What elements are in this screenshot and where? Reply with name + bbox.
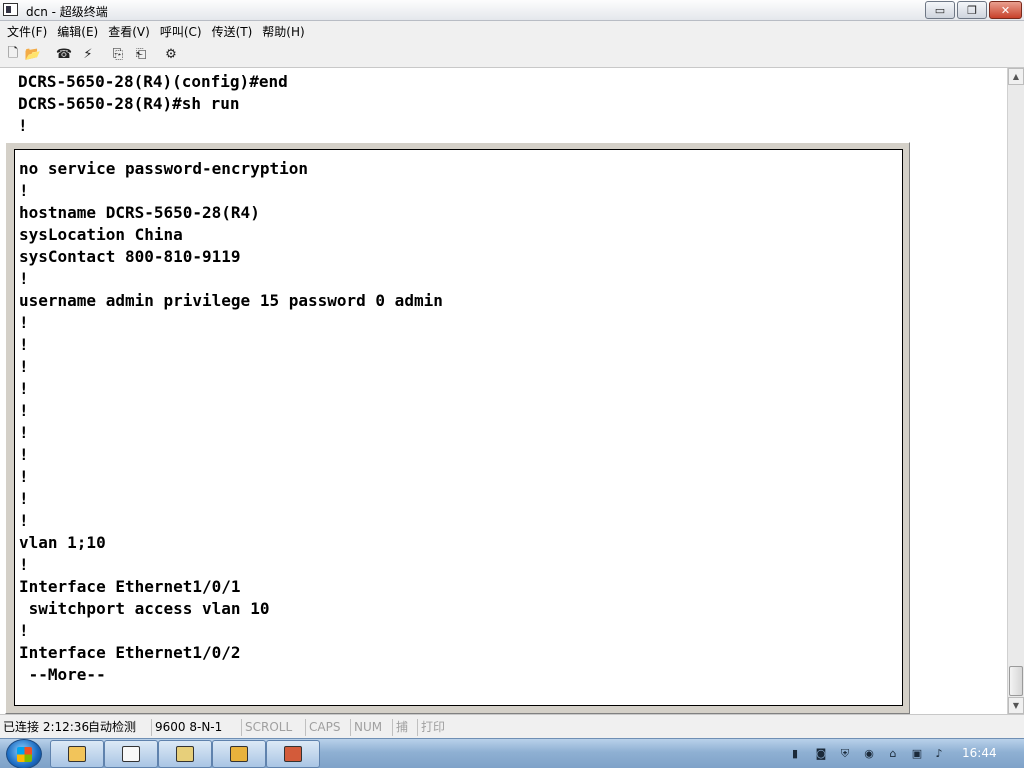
terminal-line: ! <box>19 489 29 508</box>
menu-edit[interactable]: 编辑(E) <box>52 23 103 40</box>
terminal-line: ! <box>19 313 29 332</box>
status-detect: 自动检测 <box>88 720 137 734</box>
windows-logo-icon <box>17 747 32 762</box>
tray-app-icon[interactable]: ◉ <box>862 747 876 761</box>
terminal-line: username admin privilege 15 password 0 a… <box>19 291 443 310</box>
terminal-line: ! <box>19 181 29 200</box>
window-title: dcn - 超级终端 <box>26 5 108 19</box>
taskbar-files-button[interactable] <box>158 740 212 768</box>
terminal-line: ! <box>18 116 28 135</box>
toolbar: 🗋 📂 ☎ ⚡ ⎘ ⎗ ⚙ <box>0 41 1024 68</box>
call-icon[interactable]: ☎ <box>56 47 72 62</box>
tray-security-icon[interactable]: ⛨ <box>838 747 852 761</box>
hyperterminal-icon <box>230 746 248 762</box>
taskbar: ▮ ◙ ⛨ ◉ ⌂ ▣ ♪ 16:44 <box>0 738 1024 768</box>
send-icon[interactable]: ⎘ <box>110 47 126 62</box>
new-icon[interactable]: 🗋 <box>5 46 21 62</box>
tray-media-icon[interactable]: ▮ <box>788 747 802 761</box>
menu-call[interactable]: 呼叫(C) <box>155 23 207 40</box>
terminal-line: Interface Ethernet1/0/1 <box>19 577 241 596</box>
volume-icon[interactable]: ♪ <box>932 747 946 761</box>
minimize-button[interactable]: ▭ <box>925 1 955 19</box>
terminal-line: vlan 1;10 <box>19 533 106 552</box>
status-print: 打印 <box>417 719 445 736</box>
terminal-line: hostname DCRS-5650-28(R4) <box>19 203 260 222</box>
terminal-output[interactable]: no service password-encryption! hostname … <box>14 149 903 706</box>
status-baud: 9600 8-N-1 <box>151 719 222 736</box>
terminal-line: ! <box>19 357 29 376</box>
system-clock[interactable]: 16:44 <box>962 746 997 760</box>
menu-bar: 文件(F) 编辑(E) 查看(V) 呼叫(C) 传送(T) 帮助(H) <box>0 21 1024 41</box>
scroll-down-button[interactable]: ▼ <box>1008 697 1024 714</box>
terminal-screen[interactable]: DCRS-5650-28(R4)(config)#end DCRS-5650-2… <box>0 68 1007 714</box>
taskbar-hyperterminal-button[interactable] <box>212 740 266 768</box>
status-capture: 捕 <box>392 719 408 736</box>
terminal-line: Interface Ethernet1/0/2 <box>19 643 241 662</box>
terminal-line: DCRS-5650-28(R4)(config)#end <box>18 72 288 91</box>
taskbar-word-button[interactable] <box>104 740 158 768</box>
status-scroll: SCROLL <box>241 719 292 736</box>
inner-terminal-frame: no service password-encryption! hostname … <box>5 142 910 714</box>
menu-file[interactable]: 文件(F) <box>2 23 52 40</box>
open-icon[interactable]: 📂 <box>25 47 41 62</box>
terminal-line: ! <box>19 269 29 288</box>
vertical-scrollbar[interactable]: ▲ ▼ <box>1007 68 1024 714</box>
file-manager-icon <box>176 746 194 762</box>
terminal-line: no service password-encryption <box>19 159 308 178</box>
status-bar: 已连接 2:12:36 自动检测 9600 8-N-1 SCROLL CAPS … <box>0 714 1024 738</box>
hyperterminal-app-icon[interactable] <box>3 3 18 16</box>
receive-icon[interactable]: ⎗ <box>133 47 149 62</box>
terminal-line: ! <box>19 401 29 420</box>
scroll-thumb[interactable] <box>1009 666 1023 696</box>
terminal-line: sysLocation China <box>19 225 183 244</box>
powerpoint-icon <box>284 746 302 762</box>
start-button[interactable] <box>6 739 42 768</box>
maximize-button[interactable]: ❐ <box>957 1 987 19</box>
disconnect-icon[interactable]: ⚡ <box>80 47 96 62</box>
status-connection: 已连接 2:12:36 <box>3 720 90 734</box>
terminal-line: ! <box>19 555 29 574</box>
terminal-line: DCRS-5650-28(R4)#sh run <box>18 94 240 113</box>
word-icon <box>122 746 140 762</box>
menu-transfer[interactable]: 传送(T) <box>207 23 258 40</box>
tray-display-icon[interactable]: ▣ <box>910 747 924 761</box>
properties-icon[interactable]: ⚙ <box>163 47 179 62</box>
title-bar: dcn - 超级终端 ▭ ❐ ✕ <box>0 0 1024 21</box>
folder-icon <box>68 746 86 762</box>
status-caps: CAPS <box>305 719 340 736</box>
menu-view[interactable]: 查看(V) <box>103 23 155 40</box>
menu-help[interactable]: 帮助(H) <box>257 23 309 40</box>
terminal-line: ! <box>19 423 29 442</box>
terminal-line: switchport access vlan 10 <box>19 599 270 618</box>
taskbar-explorer-button[interactable] <box>50 740 104 768</box>
tray-usb-icon[interactable]: ⌂ <box>886 747 900 761</box>
scroll-up-button[interactable]: ▲ <box>1008 68 1024 85</box>
terminal-line: ! <box>19 379 29 398</box>
tray-network-icon[interactable]: ◙ <box>814 747 828 761</box>
terminal-line: ! <box>19 445 29 464</box>
close-button[interactable]: ✕ <box>989 1 1022 19</box>
terminal-line: --More-- <box>19 665 106 684</box>
terminal-line: ! <box>19 511 29 530</box>
terminal-line: ! <box>19 621 29 640</box>
taskbar-powerpoint-button[interactable] <box>266 740 320 768</box>
terminal-line: sysContact 800-810-9119 <box>19 247 241 266</box>
terminal-line: ! <box>19 467 29 486</box>
terminal-line: ! <box>19 335 29 354</box>
status-num: NUM <box>350 719 382 736</box>
